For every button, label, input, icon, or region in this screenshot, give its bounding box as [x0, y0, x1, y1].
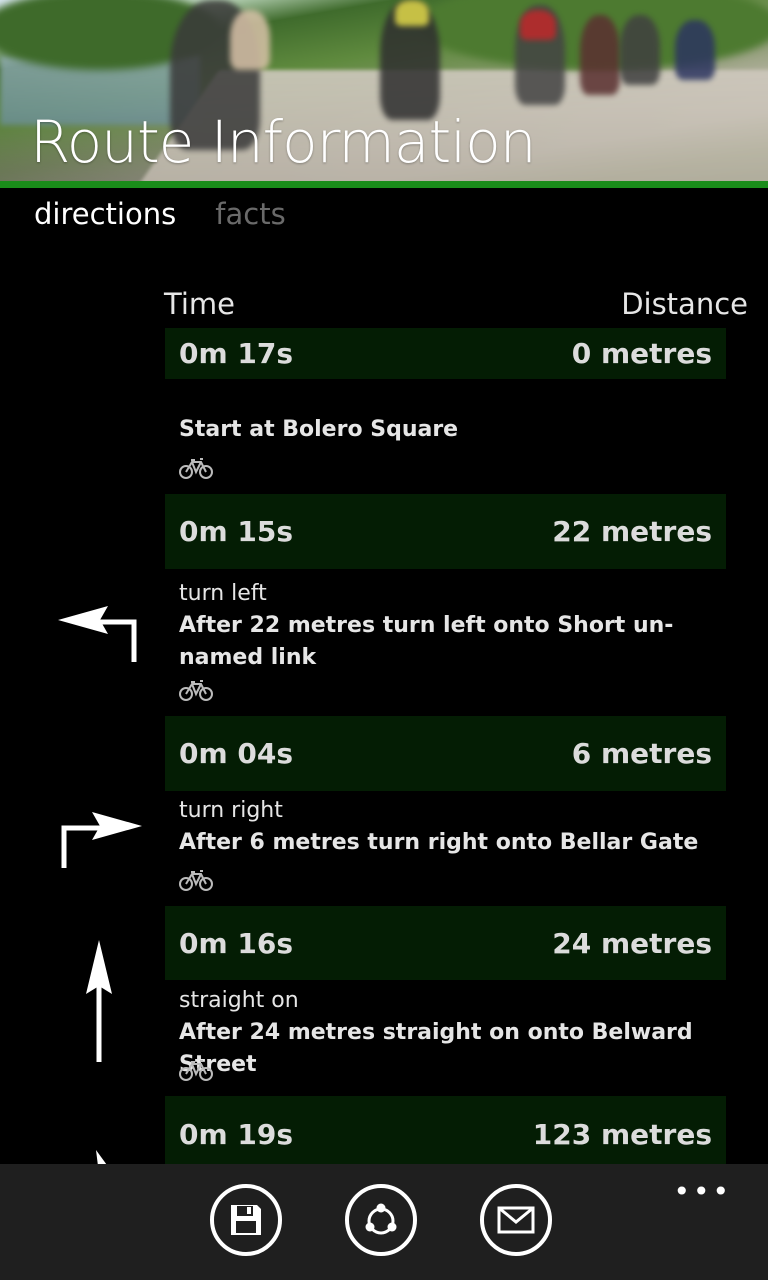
step-summary-bar: 0m 15s 22 metres — [165, 494, 726, 569]
step-maneuver: turn left — [179, 581, 267, 606]
application-bar: ••• — [0, 1164, 768, 1280]
tab-directions[interactable]: directions — [34, 192, 176, 236]
step-maneuver: turn right — [179, 798, 283, 823]
bicycle-icon — [179, 680, 213, 701]
page-title: Route Information — [30, 108, 537, 176]
directions-list[interactable]: 0m 17s 0 metres Start at Bolero Square 0… — [0, 328, 768, 1164]
bicycle-icon — [179, 870, 213, 891]
list-item[interactable]: 0m 16s 24 metres straight on After 24 me… — [0, 906, 768, 1096]
turn-right-arrow-icon — [61, 812, 142, 868]
list-item[interactable]: 0m 19s 123 metres — [0, 1096, 768, 1164]
step-distance: 24 metres — [552, 926, 712, 960]
list-item[interactable]: 0m 04s 6 metres turn right After 6 metre… — [0, 716, 768, 906]
step-distance: 6 metres — [571, 737, 712, 770]
accent-bar — [0, 181, 768, 188]
straight-arrow-icon — [86, 940, 112, 1062]
share-button[interactable] — [345, 1184, 417, 1256]
tab-facts[interactable]: facts — [215, 192, 285, 236]
step-summary-bar: 0m 04s 6 metres — [165, 716, 726, 791]
mail-icon — [497, 1206, 535, 1234]
save-button[interactable] — [210, 1184, 282, 1256]
more-options-button[interactable]: ••• — [673, 1178, 732, 1206]
list-item[interactable]: 0m 15s 22 metres turn left After 22 metr… — [0, 494, 768, 716]
step-time: 0m 19s — [179, 1117, 294, 1151]
step-instruction: After 22 metres turn left onto Short un-… — [179, 613, 674, 670]
step-instruction: After 24 metres straight on onto Belward… — [179, 1020, 693, 1077]
step-distance: 22 metres — [552, 515, 712, 548]
list-item[interactable]: 0m 17s 0 metres Start at Bolero Square — [0, 328, 768, 494]
step-summary-bar: 0m 16s 24 metres — [165, 906, 726, 980]
step-time: 0m 16s — [179, 926, 294, 960]
save-icon — [231, 1205, 261, 1235]
step-maneuver: straight on — [179, 988, 299, 1013]
step-summary-bar: 0m 19s 123 metres — [165, 1096, 726, 1164]
email-button[interactable] — [480, 1184, 552, 1256]
bicycle-icon — [179, 458, 213, 479]
step-instruction: After 6 metres turn right onto Bellar Ga… — [179, 830, 699, 855]
step-time: 0m 17s — [179, 337, 294, 370]
turn-left-arrow-icon — [58, 606, 137, 662]
bicycle-icon — [179, 1060, 213, 1081]
step-distance: 0 metres — [571, 337, 712, 370]
bear-right-arrow-icon — [96, 1150, 107, 1164]
step-instruction: Start at Bolero Square — [179, 417, 459, 442]
pivot-tabs: directions facts — [34, 192, 320, 236]
header-image: Route Information — [0, 0, 768, 181]
step-time: 0m 04s — [179, 737, 294, 770]
column-header-distance: Distance — [621, 287, 748, 321]
share-icon — [365, 1203, 397, 1235]
step-summary-bar: 0m 17s 0 metres — [165, 328, 726, 379]
column-header-time: Time — [164, 287, 235, 321]
step-time: 0m 15s — [179, 515, 294, 548]
step-distance: 123 metres — [532, 1117, 712, 1151]
